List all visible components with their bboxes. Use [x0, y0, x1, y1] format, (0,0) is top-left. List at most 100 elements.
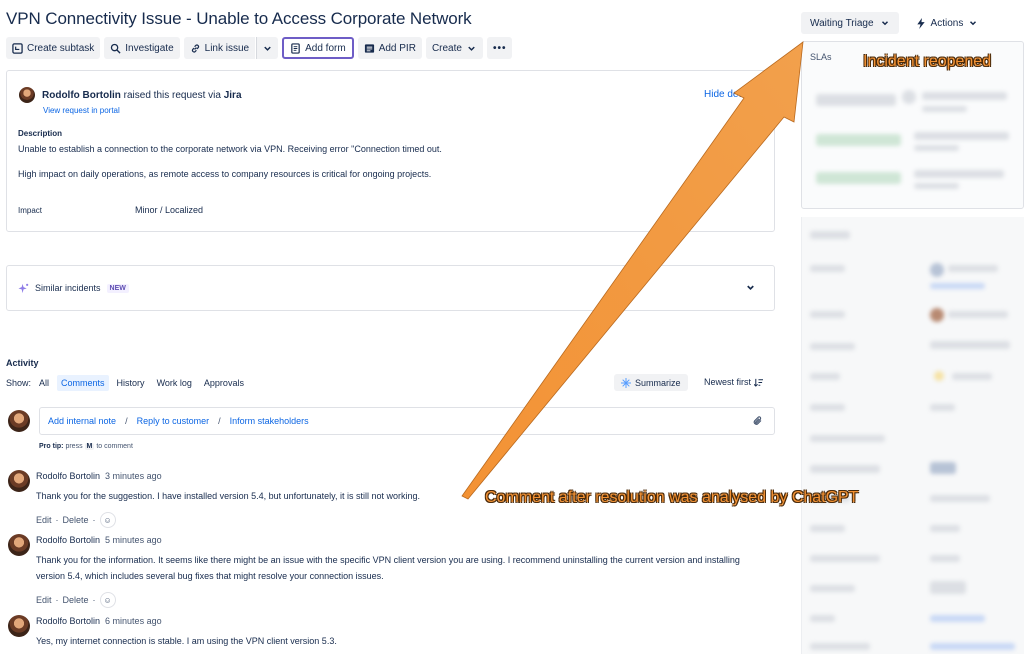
filter-comments[interactable]: Comments: [57, 375, 109, 391]
view-portal-link[interactable]: View request in portal: [43, 106, 120, 115]
blurred-field: [930, 643, 1015, 650]
form-icon: [291, 42, 300, 54]
hide-details-link[interactable]: Hide det: [704, 89, 741, 100]
chevron-down-icon[interactable]: [745, 282, 756, 293]
comment-time[interactable]: 6 minutes ago: [105, 616, 162, 626]
comment-editor[interactable]: Add internal note / Reply to customer / …: [39, 407, 775, 435]
blurred-field: [930, 341, 1010, 349]
blurred-sla: [914, 183, 959, 189]
create-label: Create: [431, 42, 462, 54]
link-icon: [191, 43, 199, 53]
comment-author[interactable]: Rodolfo Bortolin: [36, 471, 100, 481]
summarize-button[interactable]: Summarize: [614, 374, 688, 391]
edit-link[interactable]: Edit: [36, 595, 52, 605]
delete-link[interactable]: Delete: [63, 515, 89, 525]
blurred-field: [810, 615, 835, 622]
investigate-button[interactable]: Investigate: [104, 37, 180, 59]
document-icon: [364, 43, 374, 53]
create-subtask-button[interactable]: Create subtask: [6, 37, 101, 59]
reporter-name[interactable]: Rodolfo Bortolin: [42, 90, 121, 101]
add-pir-label: Add PIR: [378, 42, 416, 54]
avatar: [19, 87, 35, 103]
separator: /: [218, 416, 221, 426]
create-dropdown-button[interactable]: Create: [425, 37, 483, 59]
blurred-field: [810, 343, 855, 350]
blurred-field: [948, 311, 1008, 318]
add-pir-button[interactable]: Add PIR: [357, 37, 422, 59]
blurred-sla: [816, 172, 901, 184]
blurred-field: [810, 555, 880, 562]
protip-press: press: [65, 443, 83, 450]
avatar: [8, 470, 30, 492]
inform-stakeholders-link[interactable]: Inform stakeholders: [230, 416, 309, 426]
issue-title: VPN Connectivity Issue - Unable to Acces…: [6, 9, 472, 28]
current-user-avatar: [8, 410, 30, 435]
blurred-sla: [902, 90, 916, 104]
create-subtask-label: Create subtask: [27, 42, 95, 54]
impact-value[interactable]: Minor / Localized: [135, 205, 203, 215]
blurred-field: [810, 231, 850, 239]
more-icon: •••: [492, 42, 507, 54]
channel-name: Jira: [223, 89, 242, 101]
investigate-label: Investigate: [125, 42, 174, 54]
blurred-sla: [922, 92, 1007, 100]
link-issue-dropdown[interactable]: [256, 37, 279, 59]
blurred-sla: [816, 134, 901, 146]
blurred-field: [930, 525, 960, 532]
similar-incidents-panel[interactable]: Similar incidents NEW: [6, 265, 775, 311]
filter-approvals[interactable]: Approvals: [200, 375, 248, 391]
comment-time[interactable]: 3 minutes ago: [105, 471, 162, 481]
raised-by-line: Rodolfo Bortolin raised this request via…: [19, 87, 242, 103]
add-reaction-icon[interactable]: ☺: [99, 592, 116, 608]
status-dropdown[interactable]: Waiting Triage: [801, 12, 899, 34]
sort-icon: [754, 378, 764, 387]
description-label: Description: [18, 129, 63, 138]
comment-time[interactable]: 5 minutes ago: [105, 535, 162, 545]
comment-body: Thank you for the information. It seems …: [36, 555, 740, 581]
blurred-field: [930, 615, 985, 622]
comment-author[interactable]: Rodolfo Bortolin: [36, 616, 100, 626]
more-actions-button[interactable]: •••: [486, 37, 513, 59]
search-icon: [111, 43, 121, 54]
blurred-field: [810, 373, 840, 380]
show-label: Show:: [6, 378, 32, 388]
raised-text: raised this request via: [123, 89, 221, 101]
add-reaction-icon[interactable]: ☺: [99, 512, 116, 528]
add-form-button[interactable]: Add form: [282, 37, 354, 59]
blurred-field: [930, 263, 944, 277]
add-internal-note-link[interactable]: Add internal note: [48, 416, 116, 426]
blurred-field: [810, 435, 885, 442]
paperclip-icon[interactable]: [752, 415, 764, 427]
separator: /: [125, 416, 128, 426]
blurred-field: [930, 283, 985, 289]
chevron-down-icon: [881, 21, 888, 26]
blurred-sla: [922, 106, 967, 112]
actions-dropdown[interactable]: Actions: [907, 12, 988, 34]
filter-all[interactable]: All: [35, 375, 53, 391]
activity-filter-row: Show: All Comments History Work log Appr…: [6, 375, 248, 391]
blurred-field: [810, 525, 845, 532]
reply-to-customer-link[interactable]: Reply to customer: [137, 416, 210, 426]
comment-author[interactable]: Rodolfo Bortolin: [36, 535, 100, 545]
delete-link[interactable]: Delete: [63, 595, 89, 605]
comment-actions: Edit · Delete · ☺: [36, 592, 116, 608]
blurred-sla: [914, 145, 959, 151]
chevron-down-icon: [468, 46, 475, 51]
comment-header: Rodolfo Bortolin 5 minutes ago: [36, 535, 162, 545]
blurred-field: [930, 581, 966, 594]
link-issue-button[interactable]: Link issue: [183, 37, 256, 59]
blurred-field: [930, 555, 960, 562]
pro-tip: Pro tip: press M to comment: [39, 443, 133, 450]
status-label: Waiting Triage: [810, 17, 874, 29]
blurred-sla: [816, 94, 896, 106]
blurred-field: [810, 404, 845, 411]
filter-work-log[interactable]: Work log: [153, 375, 196, 391]
status-actions-bar: Waiting Triage Actions: [801, 12, 987, 34]
edit-link[interactable]: Edit: [36, 515, 52, 525]
protip-key: M: [84, 443, 95, 450]
blurred-field: [810, 465, 880, 473]
filter-history[interactable]: History: [113, 375, 149, 391]
sort-order-button[interactable]: Newest first: [704, 377, 764, 387]
request-details-card: Rodolfo Bortolin raised this request via…: [6, 70, 775, 232]
blurred-field: [930, 495, 990, 502]
